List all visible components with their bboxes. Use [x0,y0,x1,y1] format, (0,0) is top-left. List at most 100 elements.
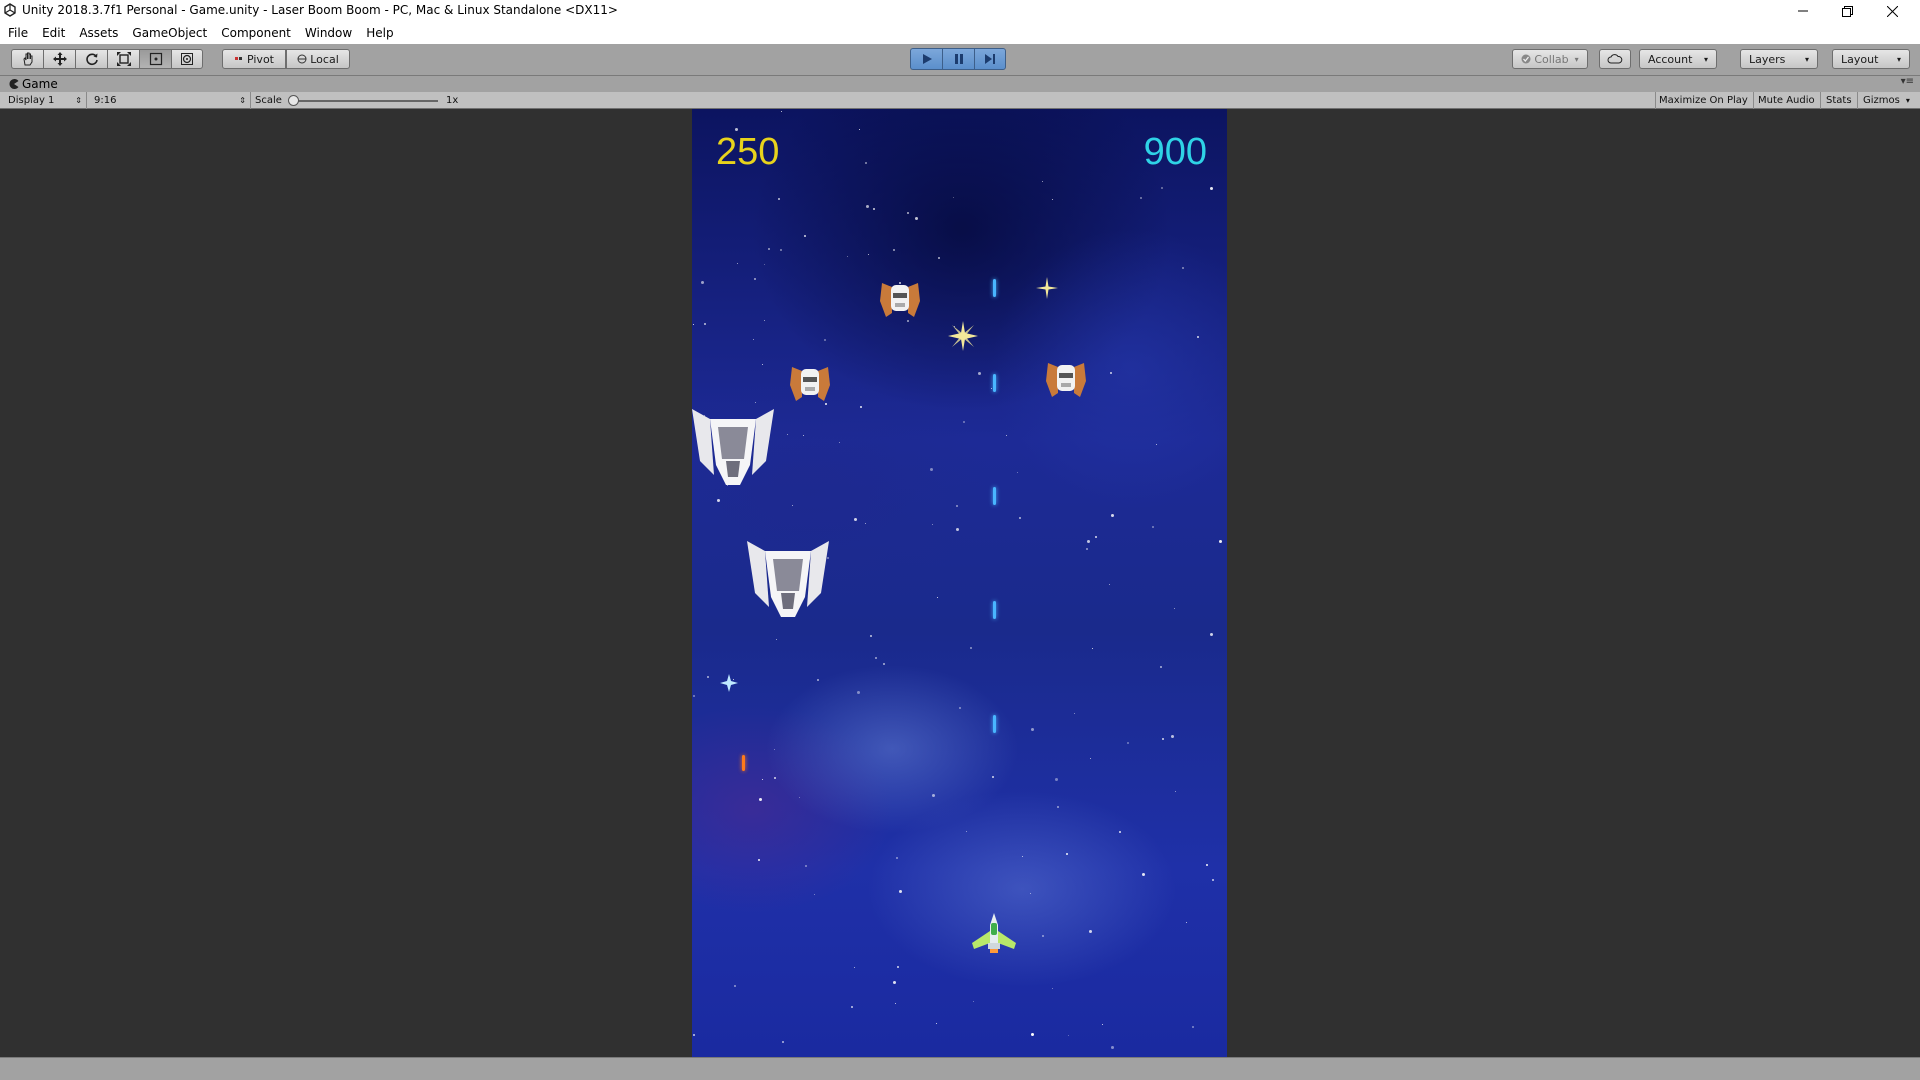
dropdown-caret-icon: ▾ [1804,54,1809,64]
background-star [992,776,994,778]
background-star [1192,1026,1194,1028]
dropdown-caret-icon: ▾ [1905,96,1910,105]
background-star [873,208,875,210]
cloud-button[interactable] [1599,49,1631,69]
aspect-label: 9:16 [94,95,117,106]
player-laser [993,715,996,733]
close-button[interactable] [1870,0,1915,22]
background-star [847,256,848,257]
background-star [1066,853,1068,855]
background-star [839,442,840,443]
tab-menu-icon[interactable]: ▾≡ [1901,76,1914,87]
background-star [1042,935,1044,937]
globe-icon [297,54,307,64]
account-dropdown[interactable]: Account ▾ [1639,49,1717,69]
tab-game[interactable]: Game [22,77,58,91]
divider [1655,92,1656,109]
background-star [907,212,909,214]
game-pacman-icon [9,79,19,89]
mute-audio-toggle[interactable]: Mute Audio [1758,94,1815,107]
collab-dropdown[interactable]: Collab ▾ [1512,49,1588,69]
background-star [854,518,857,521]
local-toggle[interactable]: Local [286,49,350,69]
rotate-tool-button[interactable] [75,49,107,69]
background-star [1162,738,1164,740]
menu-edit[interactable]: Edit [42,26,65,40]
background-star [854,967,855,968]
layers-label: Layers [1749,52,1786,66]
scale-slider-track[interactable] [290,100,438,102]
background-star [1111,1046,1114,1049]
dropdown-caret-icon: ▾ [1896,54,1901,64]
scale-value: 1x [446,95,459,106]
menu-help[interactable]: Help [366,26,393,40]
background-star [1090,758,1091,759]
updown-caret-icon: ⇕ [75,96,82,105]
background-star [762,779,763,780]
background-star [893,249,895,251]
restore-button[interactable] [1825,0,1870,22]
background-star [1019,517,1021,519]
display-dropdown[interactable]: Display 1 ⇕ [8,94,82,107]
background-star [764,320,765,321]
move-icon [52,52,67,66]
background-star [778,198,780,200]
step-icon [985,54,995,64]
background-star [857,691,860,694]
background-star [865,523,866,524]
game-screen[interactable]: 250 900 [692,109,1227,1057]
divider [1820,92,1821,109]
rect-tool-button[interactable] [139,49,171,69]
background-star [787,434,788,435]
background-star [774,749,775,750]
background-star [963,421,965,423]
background-star [717,499,720,502]
background-star [1092,648,1093,649]
scale-tool-button[interactable] [107,49,139,69]
transform-icon [181,53,193,65]
background-star [1161,187,1163,189]
background-star [1219,540,1222,543]
background-star [1086,548,1088,550]
background-star [1055,778,1058,781]
dropdown-caret-icon: ▾ [1574,54,1579,64]
play-button[interactable] [910,48,942,70]
hand-tool-button[interactable] [11,49,43,69]
powerup-star-icon [720,674,738,692]
background-star [1095,536,1097,538]
layout-dropdown[interactable]: Layout ▾ [1832,49,1910,69]
pivot-toggle[interactable]: Pivot [222,49,286,69]
background-star [953,197,954,198]
background-star [1017,472,1018,473]
transform-tool-button[interactable] [171,49,203,69]
background-star [824,339,826,341]
scale-slider-thumb[interactable] [288,95,299,106]
gizmos-dropdown[interactable]: Gizmos ▾ [1863,94,1910,107]
step-button[interactable] [974,48,1006,70]
aspect-dropdown[interactable]: 9:16 ⇕ [94,94,246,107]
background-star [1110,372,1112,374]
game-viewport[interactable]: 250 900 [0,109,1920,1057]
stats-toggle[interactable]: Stats [1826,94,1852,107]
background-star [768,248,770,250]
pivot-icon [234,57,242,60]
background-star [774,777,776,779]
background-star [932,794,935,797]
maximize-on-play-toggle[interactable]: Maximize On Play [1659,94,1748,107]
enemy-fighter-small [1046,363,1086,397]
menu-assets[interactable]: Assets [79,26,118,40]
background-star [851,1006,853,1008]
pause-button[interactable] [942,48,974,70]
menu-component[interactable]: Component [221,26,291,40]
minimize-button[interactable] [1780,0,1825,22]
move-tool-button[interactable] [43,49,75,69]
layers-dropdown[interactable]: Layers ▾ [1740,49,1818,69]
background-star [1160,666,1162,668]
background-star [966,831,967,832]
background-star [792,505,793,506]
menu-gameobject[interactable]: GameObject [132,26,207,40]
menu-file[interactable]: File [8,26,28,40]
rect-tool-icon [149,52,162,66]
menu-window[interactable]: Window [305,26,352,40]
background-star [1210,187,1213,190]
